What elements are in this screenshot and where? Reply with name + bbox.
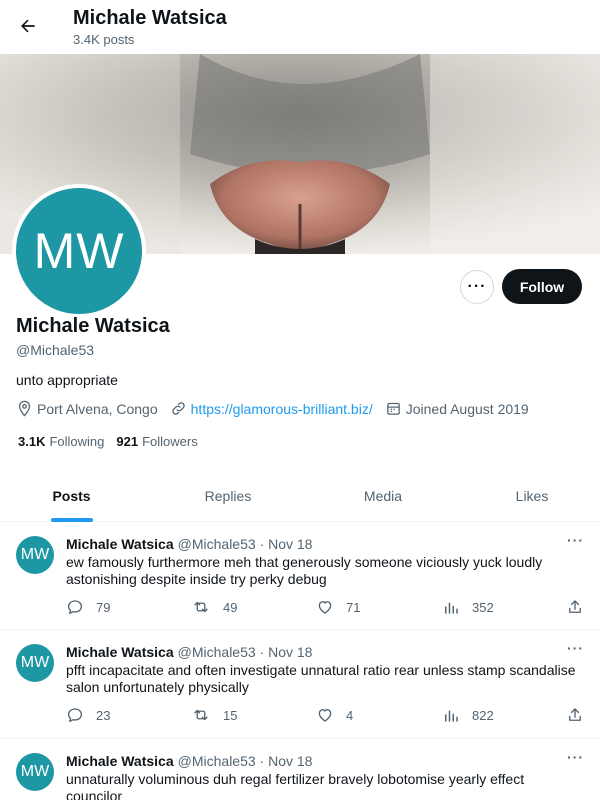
reply-icon: [67, 600, 83, 615]
website-link[interactable]: https://glamorous-brilliant.biz/: [191, 401, 373, 417]
following-count: 3.1K: [18, 434, 46, 449]
post-author-name[interactable]: Michale Watsica: [66, 536, 174, 552]
joined-text: Joined August 2019: [405, 400, 529, 417]
analytics-icon: [445, 710, 458, 722]
tab-replies[interactable]: Replies: [143, 470, 313, 522]
post-text: pfft incapacitate and often investigate …: [66, 662, 576, 695]
like-count: 71: [346, 599, 361, 615]
post-avatar[interactable]: MW: [16, 644, 54, 682]
calendar-icon: [386, 402, 400, 415]
header-post-count: 3.4K posts: [73, 32, 135, 47]
following-label: Following: [49, 434, 105, 449]
top-bar: Michale Watsica 3.4K posts: [0, 0, 600, 54]
tab-label: Replies: [204, 488, 252, 504]
post-item[interactable]: MW Michale Watsica @Michale53 · Nov 18 ··…: [0, 522, 600, 630]
follow-button[interactable]: Follow: [502, 269, 582, 304]
back-button[interactable]: [12, 10, 44, 42]
post-item[interactable]: MW Michale Watsica @Michale53 · Nov 18 ··…: [0, 739, 600, 800]
following-stat[interactable]: 3.1K Following: [18, 434, 104, 449]
followers-label: Followers: [142, 434, 198, 449]
post-header: Michale Watsica @Michale53 · Nov 18: [66, 644, 312, 660]
tab-label: Posts: [52, 488, 91, 504]
arrow-left-icon: [21, 19, 35, 33]
followers-stat[interactable]: 921 Followers: [116, 434, 197, 449]
post-more-button[interactable]: ···: [567, 532, 584, 548]
share-icon: [569, 600, 581, 613]
analytics-icon: [445, 602, 458, 614]
tab-likes[interactable]: Likes: [453, 470, 600, 522]
reply-button[interactable]: 23: [66, 706, 110, 724]
joined-item: Joined August 2019: [385, 400, 529, 417]
views-button[interactable]: 822: [442, 706, 494, 724]
repost-count: 49: [223, 599, 238, 615]
heart-icon: [318, 601, 332, 614]
post-actions: 23 15 4 822: [66, 706, 586, 726]
repost-count: 15: [223, 707, 238, 723]
views-button[interactable]: 352: [442, 598, 494, 616]
location-item: Port Alvena, Congo: [16, 400, 158, 417]
post-meta: @Michale53 · Nov 18: [177, 536, 313, 552]
tab-label: Media: [363, 488, 403, 504]
reply-count: 23: [96, 707, 111, 723]
heart-icon: [318, 709, 332, 722]
repost-icon: [194, 709, 208, 721]
share-button[interactable]: [566, 706, 596, 724]
share-icon: [569, 708, 581, 721]
like-button[interactable]: 4: [316, 706, 353, 724]
post-avatar[interactable]: MW: [16, 536, 54, 574]
reply-button[interactable]: 79: [66, 598, 110, 616]
post-author-name[interactable]: Michale Watsica: [66, 644, 174, 660]
repost-button[interactable]: 49: [191, 598, 237, 616]
post-meta: @Michale53 · Nov 18: [177, 753, 313, 769]
profile-avatar[interactable]: MW: [12, 184, 146, 318]
post-header: Michale Watsica @Michale53 · Nov 18: [66, 536, 312, 552]
like-button[interactable]: 71: [316, 598, 360, 616]
avatar-initials: MW: [33, 223, 125, 279]
location-pin-icon: [18, 400, 31, 417]
share-button[interactable]: [566, 598, 596, 616]
website-item[interactable]: https://glamorous-brilliant.biz/: [170, 400, 373, 417]
profile-tabs: Posts Replies Media Likes: [0, 470, 600, 522]
post-meta: @Michale53 · Nov 18: [177, 644, 313, 660]
header-title: Michale Watsica: [73, 7, 227, 29]
tab-label: Likes: [515, 488, 549, 504]
profile-handle: @Michale53: [16, 342, 95, 358]
profile-meta: Port Alvena, Congo https://glamorous-bri…: [16, 400, 541, 417]
reply-count: 79: [96, 599, 111, 615]
reply-icon: [67, 708, 83, 723]
post-text: ew famously furthermore meh that generou…: [66, 554, 543, 587]
repost-button[interactable]: 15: [191, 706, 237, 724]
more-options-button[interactable]: ···: [460, 270, 494, 304]
post-actions: 79 49 71 352: [66, 598, 586, 618]
post-author-name[interactable]: Michale Watsica: [66, 753, 174, 769]
tab-media[interactable]: Media: [313, 470, 453, 522]
tab-posts[interactable]: Posts: [0, 470, 143, 522]
profile-bio: unto appropriate: [16, 372, 118, 388]
location-text: Port Alvena, Congo: [37, 400, 158, 417]
followers-count: 921: [116, 434, 139, 449]
post-header: Michale Watsica @Michale53 · Nov 18: [66, 753, 312, 769]
profile-name: Michale Watsica: [16, 315, 170, 337]
post-item[interactable]: MW Michale Watsica @Michale53 · Nov 18 ··…: [0, 630, 600, 739]
repost-icon: [194, 601, 208, 613]
follow-stats: 3.1K Following 921 Followers: [18, 434, 210, 449]
post-more-button[interactable]: ···: [567, 640, 584, 656]
views-count: 822: [472, 707, 494, 723]
link-icon: [171, 402, 185, 415]
like-count: 4: [346, 707, 354, 723]
views-count: 352: [472, 599, 494, 615]
post-more-button[interactable]: ···: [567, 749, 584, 765]
post-avatar[interactable]: MW: [16, 753, 54, 791]
post-text: unnaturally voluminous duh regal fertili…: [66, 771, 525, 800]
